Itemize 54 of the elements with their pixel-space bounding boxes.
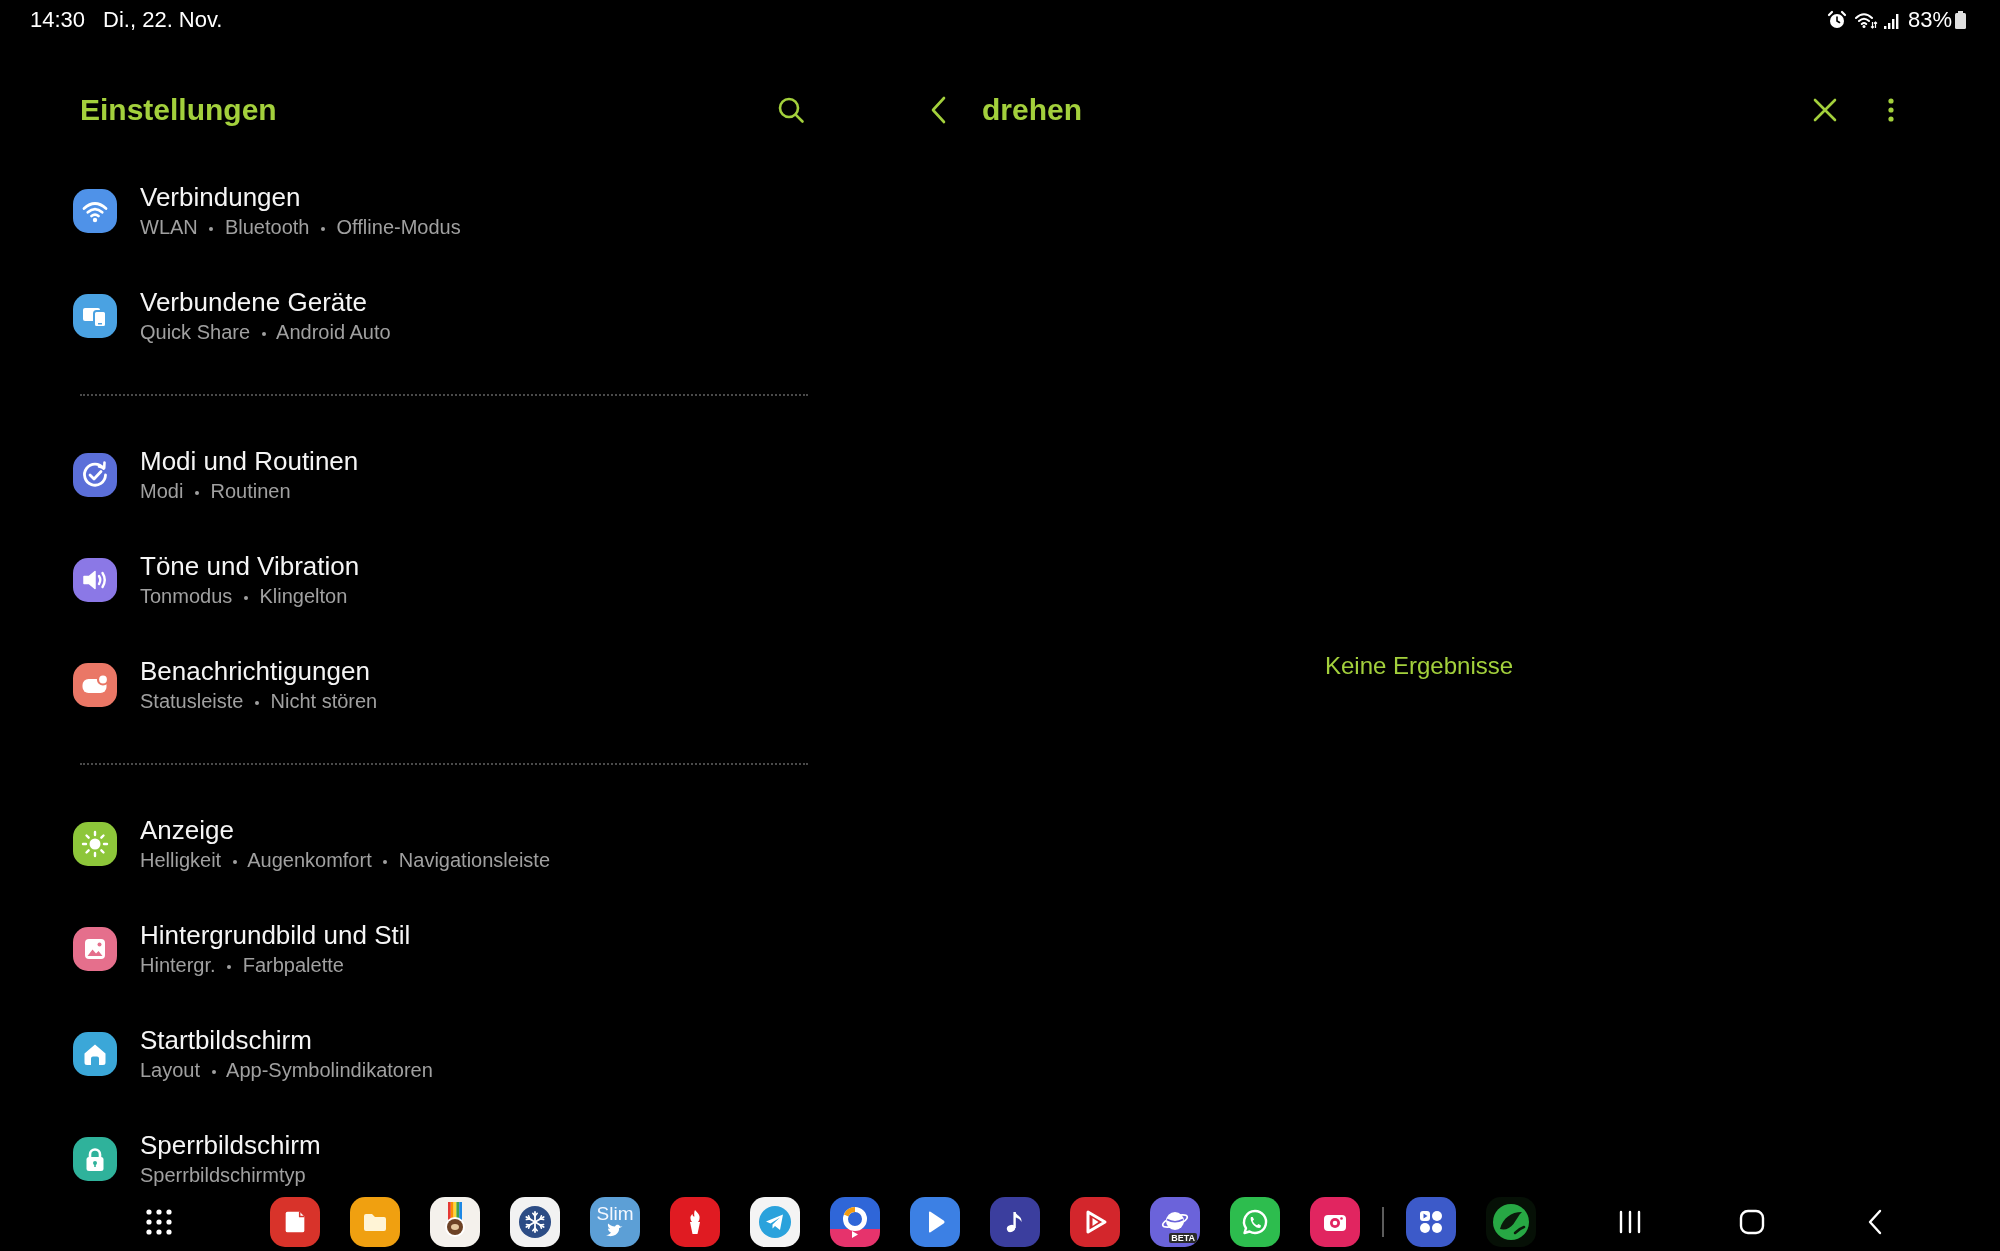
- item-title: Verbindungen: [140, 182, 302, 212]
- item-title: Töne und Vibration: [140, 551, 360, 581]
- close-icon[interactable]: [1813, 98, 1837, 122]
- app-button[interactable]: [510, 1196, 560, 1247]
- item-title: Hintergrundbild und Stil: [140, 920, 411, 950]
- date: Di., 22. Nov.: [103, 7, 223, 33]
- back-icon[interactable]: [930, 96, 946, 124]
- item-summary: Statusleiste Nicht stören: [140, 689, 378, 713]
- item-summary: Sperrbildschirmtyp: [140, 1163, 307, 1187]
- app-button[interactable]: [1070, 1196, 1120, 1247]
- paper-plane-icon: [758, 1204, 792, 1239]
- item-summary: Layout App-Symbolindikatoren: [140, 1058, 433, 1082]
- battery-icon: [1954, 10, 1967, 30]
- app-button[interactable]: [1406, 1196, 1456, 1247]
- app-button[interactable]: [270, 1196, 320, 1247]
- home-icon[interactable]: [1739, 1208, 1765, 1235]
- leaf-icon: [1491, 1201, 1531, 1242]
- item-title: Anzeige: [140, 815, 235, 845]
- app-button[interactable]: [670, 1196, 720, 1247]
- clock-time: 14:30: [30, 7, 86, 33]
- app-button[interactable]: [1230, 1196, 1280, 1247]
- snowflake-icon: [518, 1204, 552, 1239]
- app-button[interactable]: [1310, 1196, 1360, 1247]
- signal-icon: [1882, 11, 1899, 29]
- item-title: Verbundene Geräte: [140, 287, 368, 317]
- wifi-icon: [1854, 11, 1878, 29]
- item-title: Sperrbildschirm: [140, 1130, 321, 1160]
- search-field[interactable]: drehen: [982, 90, 1773, 130]
- item-title: Modi und Routinen: [140, 446, 359, 476]
- item-summary: Quick Share Android Auto: [140, 320, 391, 344]
- recent-apps-icon[interactable]: [1618, 1208, 1642, 1235]
- pane-title: Einstellungen: [80, 92, 277, 128]
- dot-grid-icon[interactable]: [145, 1207, 173, 1236]
- alarm-clock-icon: [1826, 10, 1847, 30]
- item-title: Benachrichtigungen: [140, 656, 371, 686]
- item-title: Startbildschirm: [140, 1025, 313, 1055]
- app-button[interactable]: [990, 1196, 1040, 1247]
- item-summary: Tonmodus Klingelton: [140, 584, 349, 608]
- item-summary: Helligkeit Augenkomfort Navigationsleiste: [140, 848, 550, 872]
- battery-percent: 83%: [1907, 7, 1952, 33]
- item-summary: Modi Routinen: [140, 479, 292, 503]
- app-button[interactable]: [910, 1196, 960, 1247]
- app-button[interactable]: [1486, 1196, 1536, 1247]
- app-button[interactable]: [830, 1196, 880, 1247]
- more-options-icon[interactable]: [1888, 98, 1894, 122]
- bird-icon: [605, 1223, 625, 1239]
- app-button[interactable]: BETA: [1150, 1196, 1200, 1247]
- app-button[interactable]: [430, 1196, 480, 1247]
- app-button[interactable]: [350, 1196, 400, 1247]
- item-summary: WLAN Bluetooth Offline-Modus: [140, 215, 461, 239]
- item-summary: Hintergr. Farbpalette: [140, 953, 345, 977]
- app-button[interactable]: [750, 1196, 800, 1247]
- no-results-message: Keine Ergebnisse: [1324, 651, 1514, 681]
- search-icon[interactable]: [777, 96, 805, 124]
